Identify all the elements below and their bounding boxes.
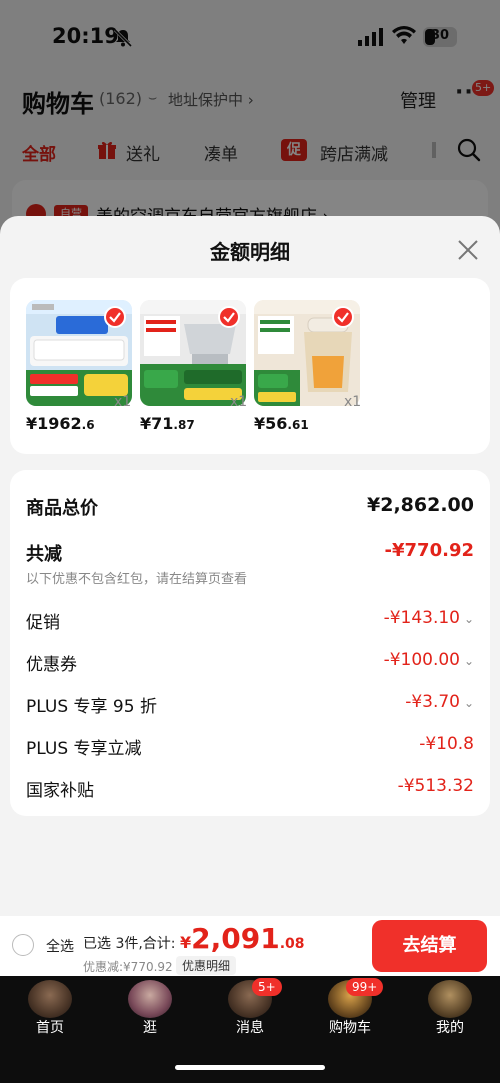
plus95-label: PLUS 专享 95 折 (26, 697, 157, 717)
reduce-label: 共减 (26, 544, 62, 565)
checkout-bar: 全选 已选 3件,合计: ¥2,091.08 优惠减:¥770.92 优惠明细 … (0, 916, 500, 976)
reduce-value: -¥770.92 (384, 540, 474, 561)
close-icon[interactable] (456, 238, 480, 262)
tab-browse[interactable]: 逛 (100, 976, 200, 1046)
product-checkbox[interactable] (104, 306, 126, 328)
total-value: ¥2,862.00 (367, 494, 474, 516)
sheet-title: 金额明细 (210, 240, 290, 264)
subsidy-value: -¥513.32 (397, 776, 474, 796)
tab-messages[interactable]: 5+ 消息 (200, 976, 300, 1046)
chevron-down-icon: ⌄ (464, 612, 475, 626)
coupon-row-value[interactable]: -¥100.00 ⌄ (383, 650, 475, 670)
product-qty: x1 (114, 394, 132, 410)
select-all-checkbox[interactable] (12, 934, 34, 956)
product-price: ¥1962.6 (26, 414, 95, 433)
browse-avatar-icon (128, 980, 172, 1018)
tab-home-label: 首页 (36, 1020, 64, 1036)
tab-me[interactable]: 我的 (400, 976, 500, 1046)
tab-home[interactable]: 首页 (0, 976, 100, 1046)
subsidy-label: 国家补贴 (26, 781, 94, 801)
discount-detail-link[interactable]: 优惠明细 (176, 956, 237, 975)
promo-label: 促销 (26, 613, 60, 633)
product-qty: x1 (230, 394, 248, 410)
plus95-row-value[interactable]: -¥3.70 ⌄ (405, 692, 474, 712)
home-indicator (175, 1065, 325, 1070)
chevron-down-icon: ⌄ (464, 696, 475, 710)
messages-badge: 5+ (252, 978, 282, 996)
total-label: 商品总价 (26, 498, 98, 519)
plus-direct-value: -¥10.8 (419, 734, 474, 754)
product-qty: x1 (344, 394, 362, 410)
product-price: ¥71.87 (140, 414, 195, 433)
promo-value: -¥143.10 (383, 608, 460, 628)
tab-messages-label: 消息 (236, 1020, 264, 1036)
product-item[interactable]: ¥56.61 (254, 300, 360, 433)
plus95-value: -¥3.70 (405, 692, 460, 712)
chevron-down-icon: ⌄ (464, 654, 475, 668)
coupon-label: 优惠券 (26, 655, 77, 675)
home-avatar-icon (28, 980, 72, 1018)
product-item[interactable]: ¥1962.6 (26, 300, 132, 433)
checkout-button[interactable]: 去结算 (372, 920, 487, 972)
amount-detail-card: 商品总价 ¥2,862.00 共减 -¥770.92 以下优惠不包含红包，请在结… (10, 470, 490, 816)
total-price: ¥2,091.08 (180, 922, 305, 955)
amount-detail-sheet: 金额明细 ¥1962.6 x1 ¥71.87 x1 ¥56.61 x1 商品总价… (0, 216, 500, 916)
plus-direct-label: PLUS 专享立减 (26, 739, 142, 759)
coupon-value: -¥100.00 (383, 650, 460, 670)
tab-cart-label: 购物车 (329, 1020, 371, 1036)
product-price: ¥56.61 (254, 414, 309, 433)
product-checkbox[interactable] (332, 306, 354, 328)
select-all-label[interactable]: 全选 (46, 936, 74, 956)
discount-summary: 优惠减:¥770.92 (83, 960, 173, 974)
tab-browse-label: 逛 (143, 1020, 157, 1036)
me-avatar-icon (428, 980, 472, 1018)
tab-me-label: 我的 (436, 1020, 464, 1036)
tab-cart[interactable]: 99+ 购物车 (300, 976, 400, 1046)
promo-row-value[interactable]: -¥143.10 ⌄ (383, 608, 475, 628)
products-card: ¥1962.6 x1 ¥71.87 x1 ¥56.61 x1 (10, 278, 490, 454)
product-item[interactable]: ¥71.87 (140, 300, 246, 433)
selected-summary: 已选 3件,合计: (83, 936, 176, 952)
discount-note: 以下优惠不包含红包，请在结算页查看 (26, 572, 248, 587)
product-checkbox[interactable] (218, 306, 240, 328)
cart-badge: 99+ (346, 978, 384, 996)
